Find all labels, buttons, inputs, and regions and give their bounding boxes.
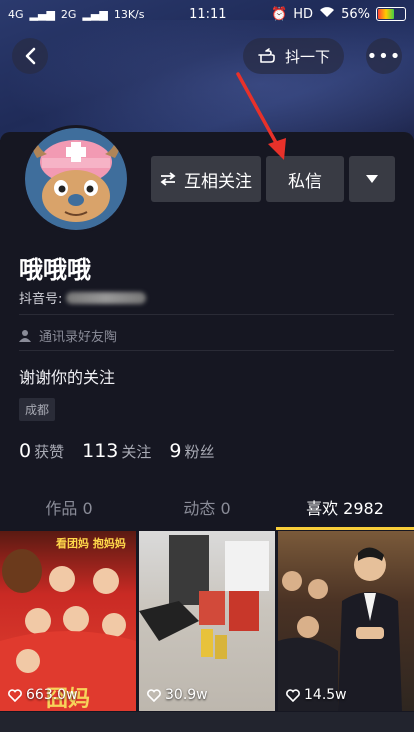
bio: 谢谢你的关注 [19, 368, 116, 387]
video-scene-graphic [139, 535, 269, 659]
hd-badge: HD [293, 6, 314, 22]
divider [19, 350, 394, 351]
video-thumb[interactable]: 看团妈 抱妈妈 囧妈 663.0w [0, 531, 136, 711]
chopper-avatar-icon [25, 128, 127, 230]
status-bar: 4G ▂▄▆ 2G ▂▄▆ 13K/s 11:11 ⏰ HD 56% [0, 0, 414, 28]
douyin-id: 抖音号: [19, 288, 147, 307]
divider [19, 314, 394, 315]
video-thumb[interactable]: 14.5w [278, 531, 414, 711]
network-speed: 13K/s [113, 7, 145, 21]
person-icon [19, 330, 31, 342]
more-dots-icon: ••• [366, 45, 402, 67]
more-button[interactable]: ••• [366, 38, 402, 74]
stat-following-num: 113 [82, 440, 119, 462]
video-thumb[interactable]: 30.9w [139, 531, 275, 711]
thumb-likes: 30.9w [147, 687, 208, 703]
stat-fans-num: 9 [169, 440, 182, 462]
thumb-likes-count: 30.9w [165, 687, 208, 703]
hand-pointer-icon [258, 48, 275, 63]
avatar[interactable] [22, 125, 130, 233]
alarm-icon: ⏰ [271, 6, 288, 22]
swap-arrows-icon [160, 172, 176, 186]
wifi-icon [319, 6, 335, 22]
mutual-follow-label: 互相关注 [184, 171, 252, 192]
contact-tag-label: 通讯录好友陶 [39, 330, 118, 345]
city-tag: 成都 [19, 398, 56, 421]
thumb-likes-count: 14.5w [304, 687, 347, 703]
tab-works[interactable]: 作品 0 [0, 494, 138, 530]
shake-label: 抖一下 [284, 47, 330, 66]
signal-icon: ▂▄▆ [29, 7, 55, 21]
stat-fans[interactable]: 9 粉丝 [169, 440, 214, 462]
stat-following[interactable]: 113 关注 [82, 440, 151, 462]
stat-likes[interactable]: 0 获赞 [19, 440, 64, 462]
stat-likes-num: 0 [19, 440, 32, 462]
profile-tabs: 作品 0 动态 0 喜欢 2982 [0, 494, 414, 530]
back-button[interactable] [12, 38, 48, 74]
thumb-likes: 663.0w [8, 687, 78, 703]
caret-down-icon [366, 175, 378, 183]
tab-likes[interactable]: 喜欢 2982 [276, 494, 414, 530]
stat-fans-label: 粉丝 [184, 443, 215, 461]
next-row-strip [0, 712, 414, 732]
stat-likes-label: 获赞 [34, 443, 65, 461]
battery-percent: 56% [341, 6, 370, 22]
carrier-1: 4G [8, 7, 24, 21]
status-right: ⏰ HD 56% [271, 6, 406, 22]
tab-dynamics[interactable]: 动态 0 [138, 494, 276, 530]
dropdown-button[interactable] [349, 156, 395, 202]
stats-row: 0 获赞 113 关注 9 粉丝 [19, 440, 215, 462]
battery-icon [375, 7, 406, 21]
signal-icon: ▂▄▆ [82, 7, 108, 21]
heart-icon [147, 688, 161, 702]
heart-icon [8, 688, 22, 702]
heart-icon [286, 688, 300, 702]
contact-tag: 通讯录好友陶 [19, 326, 117, 345]
thumb-likes: 14.5w [286, 687, 347, 703]
nickname: 哦哦哦 [19, 256, 91, 284]
red-pointer-arrow [236, 72, 286, 160]
carrier-2: 2G [60, 7, 77, 21]
status-left: 4G ▂▄▆ 2G ▂▄▆ 13K/s [8, 8, 145, 21]
douyin-id-redacted [66, 291, 147, 304]
chevron-left-icon [25, 47, 36, 65]
stat-following-label: 关注 [121, 443, 152, 461]
thumb-likes-count: 663.0w [26, 687, 78, 703]
message-label: 私信 [288, 171, 322, 192]
shake-button[interactable]: 抖一下 [243, 38, 344, 74]
video-scene-graphic [278, 547, 402, 711]
video-grid: 看团妈 抱妈妈 囧妈 663.0w 30.9w 14.5w [0, 531, 414, 711]
status-time: 11:11 [189, 6, 227, 22]
douyin-id-label: 抖音号: [19, 292, 63, 307]
